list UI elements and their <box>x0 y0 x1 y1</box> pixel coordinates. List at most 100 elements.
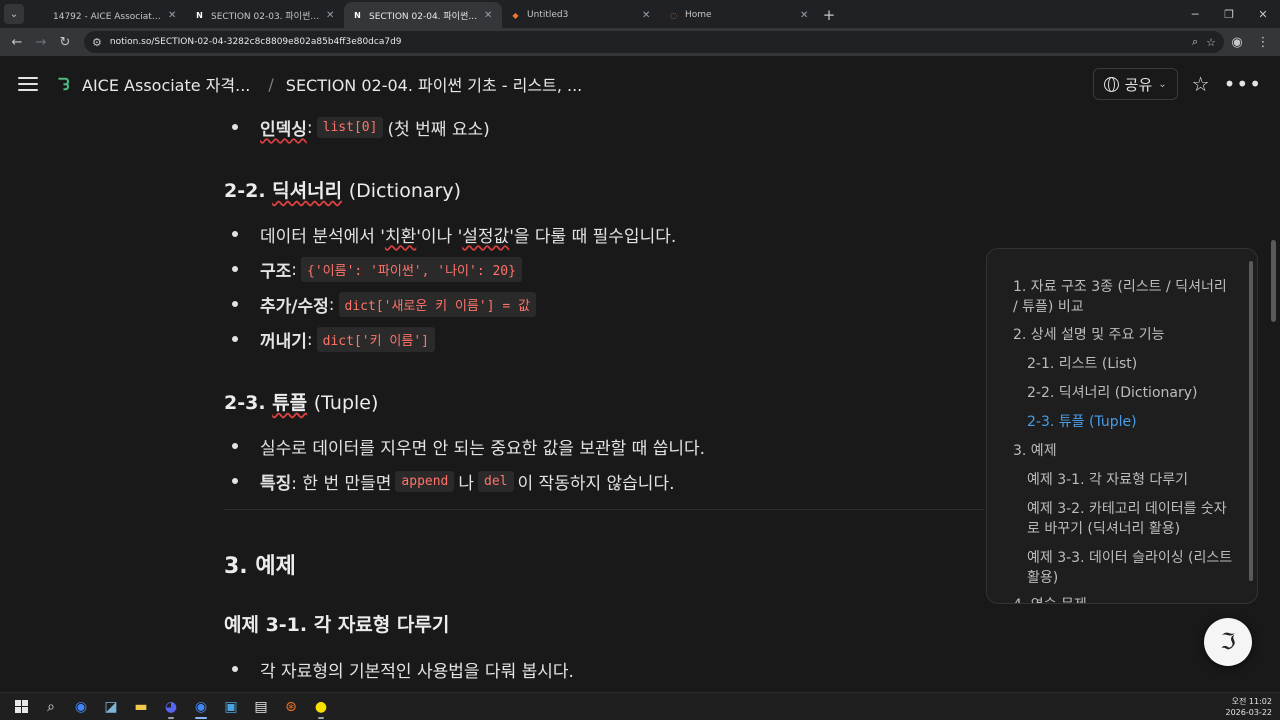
item-label: 꺼내기 <box>260 332 307 352</box>
monitor-app-icon[interactable]: ▣ <box>216 694 246 720</box>
list-item[interactable]: 꺼내기: dict['키 이름'] <box>260 327 439 352</box>
item-text: '이나 ' <box>416 227 463 247</box>
close-window-icon[interactable]: ✕ <box>1246 0 1280 28</box>
url-text: notion.so/SECTION-02-04-3282c8c8809e802a… <box>109 37 402 47</box>
heading-example-3-1[interactable]: 예제 3-1. 각 자료형 다루기 <box>224 610 449 637</box>
more-options-icon[interactable]: ••• <box>1224 72 1262 96</box>
inline-code: append <box>395 471 455 492</box>
start-button[interactable] <box>6 694 36 720</box>
heading-example[interactable]: 3. 예제 <box>224 548 296 580</box>
browser-tab[interactable]: ◆ Untitled3 ✕ <box>502 2 660 28</box>
toc-item[interactable]: 예제 3-3. 데이터 슬라이싱 (리스트 활용) <box>1027 548 1235 588</box>
file-explorer-icon[interactable]: ▬ <box>126 694 156 720</box>
jupyter-icon[interactable]: ⊛ <box>276 694 306 720</box>
chrome-menu-icon[interactable]: ⋮ <box>1252 31 1274 53</box>
tab-favicon-icon: ▲ <box>38 10 45 20</box>
tab-close-icon[interactable]: ✕ <box>642 10 652 21</box>
clock-date: 2026-03-22 <box>1225 707 1273 717</box>
tab-search-icon[interactable]: ⌄ <box>4 4 24 24</box>
breadcrumb-workspace[interactable]: AICE Associate 자격... <box>82 72 250 96</box>
toc-item[interactable]: 2. 상세 설명 및 주요 기능 <box>1013 325 1235 345</box>
inline-code: list[0] <box>316 117 384 138</box>
page-scrollbar[interactable] <box>1271 240 1276 322</box>
chrome-app-icon[interactable]: ◉ <box>66 694 96 720</box>
app-icon[interactable]: ◪ <box>96 694 126 720</box>
help-button[interactable]: ℑ <box>1204 618 1252 666</box>
tab-title: Home <box>685 10 712 20</box>
site-info-icon[interactable]: ⚙ <box>92 36 102 49</box>
toc-item[interactable]: 예제 3-2. 카테고리 데이터를 숫자로 바꾸기 (딕셔너리 활용) <box>1027 499 1235 539</box>
toc-item[interactable]: 2-1. 리스트 (List) <box>1027 354 1235 374</box>
notion-topbar: ᘊ AICE Associate 자격... / SECTION 02-04. … <box>0 56 1280 112</box>
tab-title: SECTION 02-03. 파이썬 기초 <box>211 11 320 22</box>
favorite-star-icon[interactable]: ☆ <box>1192 72 1210 96</box>
workspace-logo-icon: ᘊ <box>58 75 70 94</box>
heading-dictionary[interactable]: 2-2. 딕셔너리 (Dictionary) <box>224 176 461 203</box>
zoom-icon[interactable]: ⌕ <box>1192 35 1198 49</box>
tab-close-icon[interactable]: ✕ <box>326 10 336 21</box>
item-label: 인덱싱 <box>260 120 307 140</box>
toc-item[interactable]: 3. 예제 <box>1013 441 1235 461</box>
tab-title: Untitled3 <box>527 10 569 20</box>
clock-time: 오전 11:02 <box>1231 696 1272 706</box>
minimize-icon[interactable]: ─ <box>1178 0 1212 28</box>
windows-taskbar: ⌕ ◉ ◪ ▬ ◕ ◉ ▣ ▤ ⊛ ● 오전 11:02 2026-03-22 <box>0 692 1280 720</box>
tab-close-icon[interactable]: ✕ <box>168 10 178 21</box>
list-item[interactable]: 실수로 데이터를 지우면 안 되는 중요한 값을 보관할 때 씁니다. <box>260 434 705 459</box>
item-text: 나 <box>458 474 475 494</box>
toc-item[interactable]: 2-3. 튜플 (Tuple) <box>1027 412 1235 432</box>
notion-ai-face-icon: ℑ <box>1220 629 1236 655</box>
bookmark-star-icon[interactable]: ☆ <box>1206 36 1216 49</box>
browser-tab[interactable]: ▲ 14792 - AICE Associate 자격증 ✕ <box>28 2 186 28</box>
item-text: 각 자료형의 기본적인 사용법을 다뤄 봅시다. <box>260 662 574 682</box>
browser-tab[interactable]: ◌ Home ✕ <box>660 2 818 28</box>
discord-icon[interactable]: ◕ <box>156 694 186 720</box>
sidebar-menu-icon[interactable] <box>18 77 38 91</box>
list-item[interactable]: 데이터 분석에서 ' 치환 '이나 ' 설정값 '을 다룰 때 필수입니다. <box>260 222 676 247</box>
globe-icon <box>1103 76 1119 92</box>
back-arrow-icon[interactable]: ← <box>6 31 28 53</box>
heading-tuple[interactable]: 2-3. 튜플 (Tuple) <box>224 388 378 415</box>
inline-code: {'이름': '파이썬', '나이': 20} <box>301 257 522 282</box>
tab-close-icon[interactable]: ✕ <box>484 10 494 21</box>
tab-favicon-icon: ◌ <box>670 10 677 20</box>
list-item[interactable]: 특징 : 한 번 만들면 append 나 del 이 작동하지 않습니다. <box>260 469 675 494</box>
bullet-dot <box>232 336 238 342</box>
search-icon[interactable]: ⌕ <box>36 694 66 720</box>
toc-item[interactable]: 2-2. 딕셔너리 (Dictionary) <box>1027 383 1235 403</box>
list-item[interactable]: 구조: {'이름': '파이썬', '나이': 20} <box>260 257 526 282</box>
tab-close-icon[interactable]: ✕ <box>800 10 810 21</box>
profile-avatar-icon[interactable]: ◉ <box>1226 31 1248 53</box>
list-item[interactable]: 추가/수정: dict['새로운 키 이름'] = 값 <box>260 292 540 317</box>
toc-item[interactable]: 4. 연습 문제 <box>1013 595 1235 603</box>
list-item[interactable]: 각 자료형의 기본적인 사용법을 다뤄 봅시다. <box>260 657 574 682</box>
reload-icon[interactable]: ↻ <box>54 31 76 53</box>
heading-number: 2-2. <box>224 180 266 202</box>
heading-english: (Tuple) <box>313 392 379 414</box>
forward-arrow-icon[interactable]: → <box>30 31 52 53</box>
bullet-dot <box>232 231 238 237</box>
system-clock[interactable]: 오전 11:02 2026-03-22 <box>1226 696 1280 718</box>
kakaotalk-icon[interactable]: ● <box>306 694 336 720</box>
bullet-dot <box>232 443 238 449</box>
chrome-active-icon[interactable]: ◉ <box>186 694 216 720</box>
share-button[interactable]: 공유 ⌄ <box>1092 68 1178 100</box>
toc-item[interactable]: 1. 자료 구조 3종 (리스트 / 딕셔너리 / 튜플) 비교 <box>1013 277 1235 317</box>
app-icon[interactable]: ▤ <box>246 694 276 720</box>
toc-scrollbar[interactable] <box>1249 261 1253 581</box>
item-text: '을 다룰 때 필수입니다. <box>509 227 677 247</box>
browser-tab[interactable]: N SECTION 02-03. 파이썬 기초 ✕ <box>186 2 344 28</box>
browser-tab[interactable]: N SECTION 02-04. 파이썬 기초 ✕ <box>344 2 502 28</box>
item-text: 실수로 데이터를 지우면 안 되는 중요한 값을 보관할 때 씁니다. <box>260 439 706 459</box>
inline-code: del <box>478 471 514 492</box>
new-tab-plus-icon[interactable]: + <box>818 4 840 26</box>
restore-icon[interactable]: ❐ <box>1212 0 1246 28</box>
heading-number: 2-3. <box>224 392 266 414</box>
divider <box>224 509 984 510</box>
list-item[interactable]: 인덱싱: list[0] (첫 번째 요소) <box>260 115 490 140</box>
bullet-dot <box>232 266 238 272</box>
address-bar[interactable]: ⚙ notion.so/SECTION-02-04-3282c8c8809e80… <box>84 31 1224 53</box>
tab-favicon-icon: N <box>354 10 361 20</box>
breadcrumb-page[interactable]: SECTION 02-04. 파이썬 기초 - 리스트, ... <box>286 72 582 96</box>
toc-item[interactable]: 예제 3-1. 각 자료형 다루기 <box>1027 470 1235 490</box>
